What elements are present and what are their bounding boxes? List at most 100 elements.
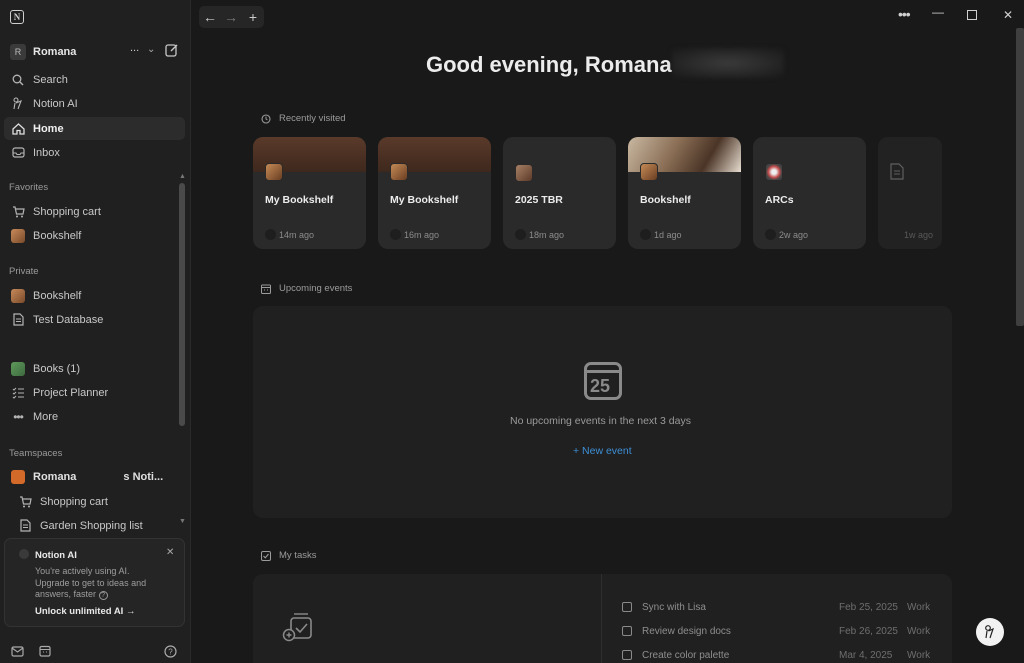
card-title: 2025 TBR (515, 194, 563, 206)
sidebar-item-teamspace-shopping-cart[interactable]: Shopping cart (4, 490, 185, 513)
notion-logo-icon[interactable]: N (10, 10, 24, 24)
scroll-up-icon[interactable]: ▲ (179, 173, 186, 180)
recent-card-arcs[interactable]: ARCs 2w ago (753, 137, 866, 249)
arcs-icon (765, 163, 783, 181)
add-task-icon[interactable] (282, 612, 314, 642)
no-events-message: No upcoming events in the next 3 days (510, 415, 691, 427)
card-time: 2w ago (779, 230, 809, 240)
upcoming-events-panel (253, 306, 952, 518)
sidebar-item-search[interactable]: Search (4, 68, 185, 91)
recent-card-my-bookshelf[interactable]: My Bookshelf 14m ago (253, 137, 366, 249)
task-date: Feb 26, 2025 (839, 625, 898, 637)
sidebar-item-garden-shopping-list[interactable]: Garden Shopping list (4, 514, 185, 537)
task-tag: Work (907, 601, 931, 613)
favorites-heading[interactable]: Favorites (9, 182, 48, 193)
more-icon: ••• (13, 409, 24, 424)
my-tasks-heading: My tasks (260, 550, 316, 561)
task-checkbox[interactable] (622, 626, 632, 636)
sidebar-item-more[interactable]: ••• More (4, 405, 185, 428)
avatar (765, 229, 776, 240)
books-icon (11, 361, 25, 376)
ai-card-title: Notion AI (35, 550, 77, 561)
bookshelf-icon (390, 163, 408, 181)
chevron-down-icon[interactable]: ⌄ (147, 44, 155, 55)
bookshelf-icon (11, 288, 25, 303)
svg-text:?: ? (168, 647, 173, 656)
card-title: Bookshelf (640, 194, 691, 206)
sidebar-item-teamspace[interactable]: Romana s Noti... (4, 465, 185, 488)
sidebar-item-inbox[interactable]: Inbox (4, 141, 185, 164)
search-icon (11, 73, 25, 87)
card-time: 14m ago (279, 230, 315, 240)
calendar-icon (260, 283, 271, 294)
sidebar-item-project-planner[interactable]: Project Planner (4, 381, 185, 404)
checklist-icon (11, 386, 25, 400)
sidebar-item-notion-ai[interactable]: Notion AI (4, 92, 185, 115)
calendar-icon[interactable] (38, 644, 52, 658)
sidebar-item-label: Test Database (33, 313, 104, 326)
help-icon[interactable]: ? (163, 644, 177, 658)
forward-arrow-icon[interactable]: → (222, 8, 240, 26)
teamspace-name: Romana (33, 470, 77, 483)
notion-ai-icon (985, 625, 994, 639)
workspace-name: Romana (33, 46, 77, 58)
workspace-switcher[interactable]: R Romana ... ⌄ (8, 42, 183, 62)
sidebar-item-label: Inbox (33, 146, 60, 159)
recently-visited-heading: Recently visited (260, 113, 346, 124)
back-arrow-icon[interactable]: ← (201, 8, 219, 26)
card-title: ARCs (765, 194, 794, 206)
sidebar-item-bookshelf-private[interactable]: Bookshelf (4, 284, 185, 307)
more-options-icon[interactable]: ••• (898, 6, 911, 22)
minimize-icon[interactable]: — (932, 5, 944, 19)
recent-card-document[interactable]: 1w ago (878, 137, 942, 249)
maximize-icon[interactable] (967, 10, 977, 20)
bookshelf-icon (11, 228, 25, 243)
task-row[interactable]: Sync with Lisa Feb 25, 2025 Work (622, 599, 942, 615)
sidebar-item-home[interactable]: Home (4, 117, 185, 140)
avatar (640, 229, 651, 240)
close-icon[interactable]: ✕ (166, 547, 174, 558)
task-checkbox[interactable] (622, 602, 632, 612)
card-time: 1d ago (654, 230, 682, 240)
teamspace-home-icon (11, 469, 25, 484)
task-row[interactable]: Create color palette Mar 4, 2025 Work (622, 647, 942, 663)
sidebar-item-label: Shopping cart (33, 205, 101, 218)
new-event-button[interactable]: + New event (573, 445, 632, 457)
task-tag: Work (907, 649, 931, 661)
greeting-title: Good evening, Romana (426, 52, 672, 77)
card-time: 1w ago (904, 230, 934, 240)
new-page-icon[interactable] (165, 43, 179, 57)
home-icon (11, 122, 25, 136)
main-scrollbar[interactable] (1016, 28, 1024, 326)
sidebar-item-books[interactable]: Books (1) (4, 357, 185, 380)
task-row[interactable]: Review design docs Feb 26, 2025 Work (622, 623, 942, 639)
private-heading[interactable]: Private (9, 266, 39, 277)
unlock-ai-link[interactable]: Unlock unlimited AI → (35, 606, 135, 617)
sidebar-scrollbar[interactable] (179, 183, 185, 426)
ai-card-body: You're actively using AI. Upgrade to get… (35, 566, 147, 600)
tbr-icon (515, 164, 533, 182)
task-checkbox[interactable] (622, 650, 632, 660)
checkbox-icon (260, 550, 271, 561)
close-window-icon[interactable]: ✕ (1003, 8, 1013, 22)
new-tab-icon[interactable]: + (244, 8, 262, 26)
sidebar-item-label: Bookshelf (33, 229, 82, 242)
recent-card-2025-tbr[interactable]: 2025 TBR 18m ago (503, 137, 616, 249)
sidebar-item-label: Books (1) (33, 362, 81, 375)
scroll-down-icon[interactable]: ▼ (179, 518, 186, 525)
sidebar-item-bookshelf[interactable]: Bookshelf (4, 224, 185, 247)
recent-card-my-bookshelf-2[interactable]: My Bookshelf 16m ago (378, 137, 491, 249)
sidebar: N R Romana ... ⌄ Search Notion AI Home I… (0, 0, 191, 663)
mail-icon[interactable] (10, 644, 24, 658)
notion-ai-button[interactable] (976, 618, 1004, 646)
task-name: Sync with Lisa (642, 601, 706, 613)
help-icon[interactable]: ? (98, 591, 108, 600)
teamspaces-heading[interactable]: Teamspaces (9, 448, 62, 459)
recent-card-bookshelf[interactable]: Bookshelf 1d ago (628, 137, 741, 249)
sidebar-item-test-database[interactable]: Test Database (4, 308, 185, 331)
cart-icon (11, 205, 25, 219)
card-title: My Bookshelf (390, 194, 459, 206)
sidebar-item-shopping-cart[interactable]: Shopping cart (4, 200, 185, 223)
task-tag: Work (907, 625, 931, 637)
calendar-day: 25 (590, 376, 611, 396)
